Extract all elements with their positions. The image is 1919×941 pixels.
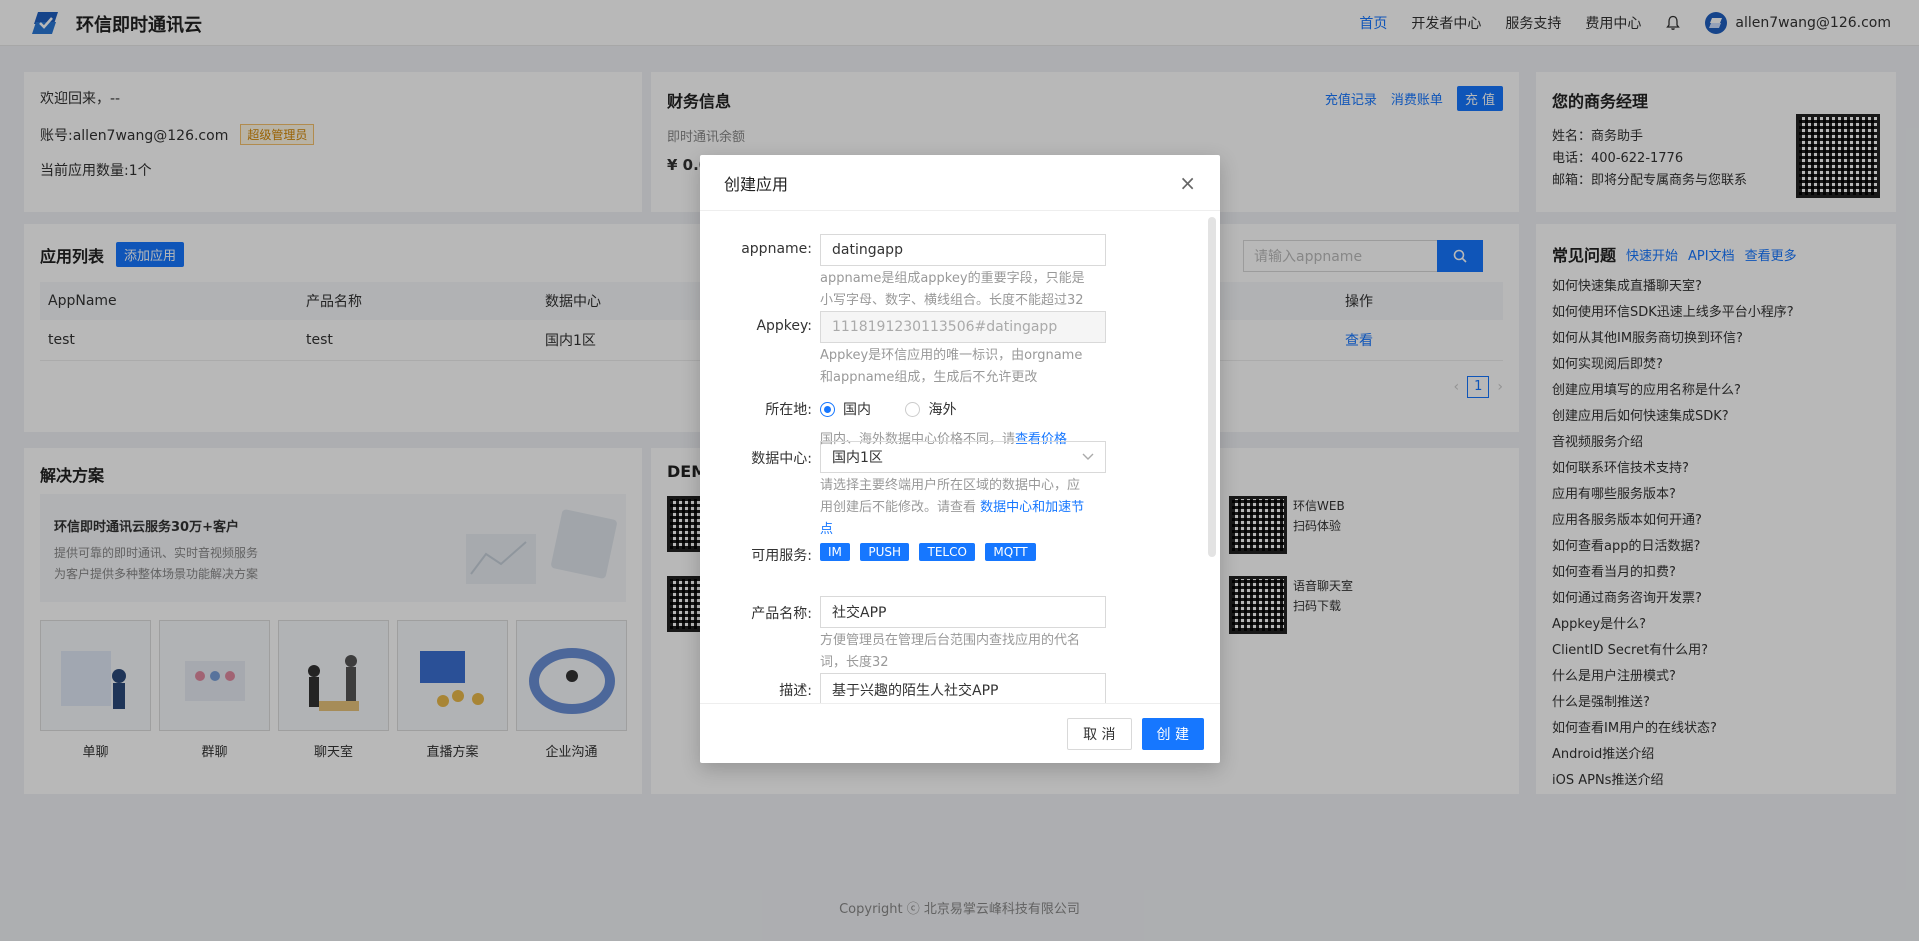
dialog-footer: 取 消 创 建	[700, 703, 1220, 763]
radio-label: 国内	[843, 402, 871, 418]
hint-line: 小写字母、数字、横线组合。长度不能超过32	[820, 293, 1084, 308]
product-row: 产品名称: 社交APP 方便管理员在管理后台范围内查找应用的代名 词，长度32	[700, 596, 1106, 674]
hint-line: 方便管理员在管理后台范围内查找应用的代名	[820, 633, 1081, 648]
hint-line: 和appname组成，生成后不允许更改	[820, 370, 1038, 385]
create-app-dialog: 创建应用 × appname: datingapp appname是组成appk…	[700, 155, 1220, 763]
datacenter-doc-link[interactable]: 数据中心和加速节	[980, 500, 1084, 515]
appname-row: appname: datingapp appname是组成appkey的重要字段…	[700, 234, 1106, 312]
dialog-scrollbar[interactable]	[1208, 217, 1216, 557]
datacenter-select[interactable]: 国内1区	[820, 441, 1106, 473]
radio-unchecked-icon	[905, 401, 921, 417]
dialog-body: appname: datingapp appname是组成appkey的重要字段…	[700, 211, 1220, 703]
appkey-hint: Appkey是环信应用的唯一标识，由orgname 和appname组成，生成后…	[820, 345, 1106, 389]
radio-label: 海外	[928, 402, 957, 418]
create-button[interactable]: 创 建	[1141, 717, 1204, 750]
datacenter-label: 数据中心:	[751, 451, 812, 467]
service-mqtt-tag: MQTT	[985, 543, 1036, 561]
appkey-row: Appkey: 1118191230113506#datingapp Appke…	[700, 311, 1106, 389]
appname-hint: appname是组成appkey的重要字段，只能是 小写字母、数字、横线组合。长…	[820, 268, 1106, 312]
service-im-tag: IM	[820, 543, 850, 561]
service-telco-tag: TELCO	[919, 543, 975, 561]
appkey-label: Appkey:	[756, 318, 812, 334]
datacenter-row: 数据中心: 国内1区 请选择主要终端用户所在区域的数据中心，应 用创建后不能修改…	[700, 441, 1106, 541]
hint-line: 请选择主要终端用户所在区域的数据中心，应	[820, 478, 1081, 493]
radio-overseas[interactable]: 海外	[905, 393, 956, 419]
cancel-button[interactable]: 取 消	[1067, 717, 1132, 750]
services-label: 可用服务:	[751, 548, 812, 564]
hint-line: Appkey是环信应用的唯一标识，由orgname	[820, 348, 1083, 363]
hint-line: appname是组成appkey的重要字段，只能是	[820, 271, 1085, 286]
appname-input[interactable]: datingapp	[820, 234, 1106, 266]
chevron-down-icon	[1082, 453, 1094, 460]
product-hint: 方便管理员在管理后台范围内查找应用的代名 词，长度32	[820, 630, 1106, 674]
description-row: 描述: 基于兴趣的陌生人社交APP	[700, 673, 1106, 703]
radio-domestic[interactable]: 国内	[820, 393, 871, 419]
product-label: 产品名称:	[751, 606, 812, 622]
services-row: 可用服务: IM PUSH TELCO MQTT	[700, 543, 1106, 565]
description-textarea[interactable]: 基于兴趣的陌生人社交APP	[820, 673, 1106, 703]
datacenter-hint: 请选择主要终端用户所在区域的数据中心，应 用创建后不能修改。请查看 数据中心和加…	[820, 475, 1106, 541]
description-label: 描述:	[779, 683, 812, 699]
radio-checked-icon	[820, 401, 835, 417]
dialog-title: 创建应用	[724, 174, 789, 194]
appkey-input: 1118191230113506#datingapp	[820, 311, 1106, 343]
datacenter-doc-link-cont[interactable]: 点	[820, 522, 833, 537]
product-name-input[interactable]: 社交APP	[820, 596, 1106, 628]
close-icon[interactable]: ×	[1179, 171, 1196, 195]
location-label: 所在地:	[765, 402, 812, 418]
hint-line: 词，长度32	[820, 655, 889, 670]
datacenter-value: 国内1区	[832, 450, 883, 466]
appname-label: appname:	[741, 241, 812, 257]
service-push-tag: PUSH	[860, 543, 910, 561]
dialog-header: 创建应用 ×	[700, 155, 1220, 211]
hint-text: 用创建后不能修改。请查看	[820, 500, 981, 515]
